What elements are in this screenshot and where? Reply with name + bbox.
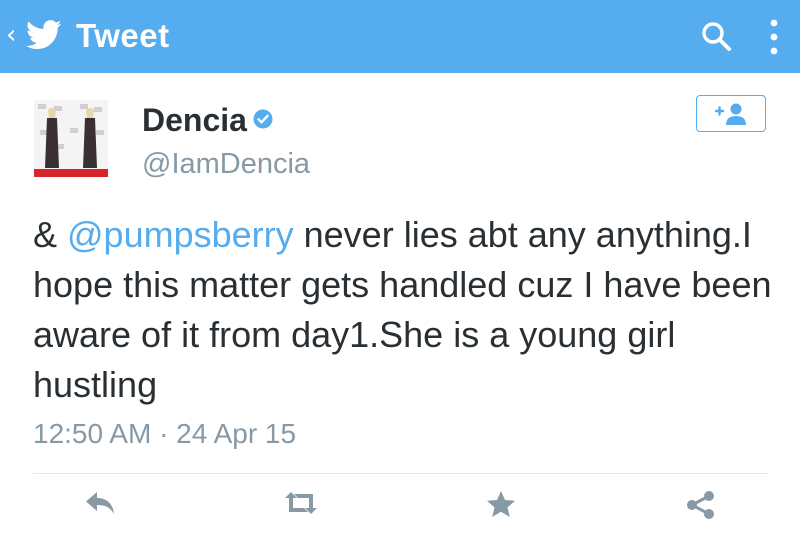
follow-button[interactable]	[696, 95, 766, 132]
star-icon[interactable]	[486, 490, 516, 518]
tweet-text-prefix: &	[33, 214, 68, 255]
verified-badge-icon	[253, 109, 273, 129]
add-user-icon	[714, 103, 746, 125]
top-app-bar: ‹ Tweet	[0, 0, 800, 73]
page-title: Tweet	[76, 17, 170, 54]
tweet-text: & @pumpsberry never lies abt any anythin…	[33, 210, 773, 410]
twitter-bird-icon[interactable]	[26, 20, 62, 50]
avatar-image	[34, 100, 108, 177]
reply-icon[interactable]	[84, 490, 116, 516]
author-handle[interactable]: @IamDencia	[142, 148, 310, 181]
avatar[interactable]	[34, 100, 108, 177]
tweet-timestamp: 12:50 AM · 24 Apr 15	[33, 418, 297, 449]
share-icon[interactable]	[686, 490, 716, 520]
author-name[interactable]: Dencia	[142, 102, 247, 139]
back-chevron-icon[interactable]: ‹	[6, 22, 16, 48]
more-vertical-icon[interactable]	[766, 18, 782, 56]
mention-link[interactable]: @pumpsberry	[67, 214, 294, 255]
retweet-icon[interactable]	[282, 490, 320, 516]
divider	[33, 473, 768, 474]
search-icon[interactable]	[700, 20, 732, 52]
